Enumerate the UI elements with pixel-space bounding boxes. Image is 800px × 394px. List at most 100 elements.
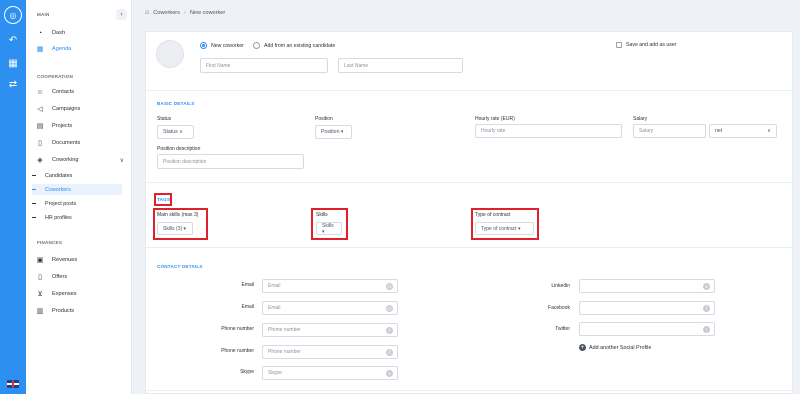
at-icon: @: [386, 283, 393, 290]
contacts-icon: ☺: [36, 88, 44, 96]
status-label: Status: [157, 116, 172, 122]
add-social-profile-button[interactable]: + Add another Social Profile: [579, 344, 651, 351]
sidebar-item-label: Offers: [52, 274, 68, 280]
sidebar-item-label: Contacts: [52, 89, 75, 95]
add-social-label: Add another Social Profile: [589, 344, 652, 351]
contact-label-phone-1: Phone number: [221, 326, 254, 332]
position-description-input[interactable]: Position description: [157, 154, 304, 169]
radio-existing-candidate[interactable]: Add from an existing candidate: [253, 42, 335, 49]
phone-input-1[interactable]: Phone number ✆: [262, 323, 398, 337]
at-icon: @: [386, 305, 393, 312]
sidebar-item-label: Projects: [52, 123, 73, 129]
status-dropdown[interactable]: Status ∨: [157, 125, 194, 139]
contact-label-phone-2: Phone number: [221, 348, 254, 354]
avatar-upload[interactable]: [156, 40, 184, 68]
facebook-input[interactable]: f: [579, 301, 715, 315]
back-icon[interactable]: ↶: [6, 33, 20, 47]
sidebar-item-documents[interactable]: ▯ Documents: [36, 137, 128, 149]
subitem-coworkers[interactable]: Coworkers: [32, 184, 122, 195]
sidebar-item-label: Dash: [52, 30, 66, 36]
radio-label: Add from an existing candidate: [264, 42, 336, 49]
divider: [146, 247, 794, 248]
sidebar-item-dash[interactable]: ◔ Dash: [36, 27, 128, 39]
section-cooperation: COOPERATION: [37, 74, 74, 79]
salary-type-select[interactable]: net ∨: [709, 124, 777, 138]
offers-icon: ▯: [38, 274, 42, 281]
linkedin-icon: in: [703, 283, 710, 290]
input-placeholder: Skype: [268, 370, 282, 376]
hourly-rate-label: Hourly rate (EUR): [475, 116, 515, 122]
subitem-project-posts[interactable]: Project posts: [32, 198, 122, 209]
sidebar-item-label: Agenda: [52, 46, 72, 52]
email-input-1[interactable]: Email @: [262, 279, 398, 293]
highlight-box: [154, 193, 172, 206]
grid-icon[interactable]: ▦: [6, 56, 20, 70]
logo-icon[interactable]: ◎: [4, 6, 22, 24]
breadcrumb: ⌂ Coworkers › New coworker: [145, 9, 225, 16]
sidebar-item-revenues[interactable]: ▣ Revenues: [36, 254, 128, 266]
dashboard-icon: ◔: [37, 29, 43, 37]
sidebar-item-label: Products: [52, 308, 75, 314]
sidebar-item-contacts[interactable]: ☺ Contacts: [36, 86, 128, 98]
breadcrumb-parent[interactable]: Coworkers: [153, 10, 180, 16]
email-input-2[interactable]: Email @: [262, 301, 398, 315]
home-icon[interactable]: ⌂: [145, 9, 149, 16]
contact-label-email-1: Email: [241, 282, 254, 288]
cart-icon: ⊻: [37, 291, 43, 298]
salary-input[interactable]: Salary: [633, 124, 706, 138]
megaphone-icon: ◁: [37, 106, 43, 113]
language-flag-icon[interactable]: [7, 380, 19, 388]
twitter-input[interactable]: t: [579, 322, 715, 336]
basic-details-heading: BASIC DETAILS: [157, 101, 195, 106]
radio-selected-icon: [200, 42, 207, 49]
sidebar-item-label: Coworking: [52, 157, 79, 163]
contact-label-email-2: Email: [241, 304, 254, 310]
phone-icon: ✆: [386, 327, 393, 334]
subitem-candidates[interactable]: Candidates: [32, 170, 122, 181]
first-name-input[interactable]: First Name: [200, 58, 328, 73]
sidebar-item-label: Expenses: [52, 291, 77, 297]
twitter-icon: t: [703, 326, 710, 333]
position-description-label: Position description: [157, 146, 201, 152]
plus-circle-icon: +: [579, 344, 586, 351]
sidebar-item-campaigns[interactable]: ◁ Campaigns: [36, 103, 128, 115]
breadcrumb-current: New coworker: [189, 9, 226, 16]
handshake-icon[interactable]: ⇄: [6, 77, 20, 91]
collapse-sidebar-button[interactable]: ‹: [116, 9, 127, 20]
subitem-label: Candidates: [45, 172, 73, 179]
calendar-icon: ▦: [36, 46, 44, 53]
subitem-label: Coworkers: [45, 186, 71, 193]
subitem-hr-profiles[interactable]: HR profiles: [32, 212, 122, 223]
phone-input-2[interactable]: Phone number ✆: [262, 345, 398, 359]
subitem-label: HR profiles: [45, 214, 72, 221]
sidebar-item-offers[interactable]: ▯ Offers: [36, 271, 128, 283]
chevron-down-icon: ∨: [767, 128, 771, 134]
checkbox-label: Save and add as user: [626, 42, 677, 48]
sidebar-item-coworking[interactable]: ◈ Coworking ∨: [36, 154, 128, 166]
last-name-input[interactable]: Last Name: [338, 58, 463, 73]
coworker-form: New coworker Add from an existing candid…: [145, 31, 794, 394]
layers-icon: ◈: [37, 157, 43, 164]
save-as-user-checkbox[interactable]: Save and add as user: [616, 42, 676, 48]
sidebar-item-products[interactable]: ▥ Products: [36, 305, 128, 317]
hourly-rate-input[interactable]: Hourly rate: [475, 124, 622, 138]
sidebar-item-projects[interactable]: ▤ Projects: [36, 120, 128, 132]
divider: [146, 390, 794, 391]
position-dropdown[interactable]: Position ▾: [315, 125, 352, 139]
bullet-dash: [32, 203, 36, 204]
box-icon: ▥: [36, 308, 44, 315]
sidebar-item-agenda[interactable]: ▦ Agenda: [36, 43, 128, 55]
linkedin-input[interactable]: in: [579, 279, 715, 293]
sidebar-item-expenses[interactable]: ⊻ Expenses: [36, 288, 128, 300]
document-icon: ▯: [38, 140, 42, 147]
divider: [146, 90, 794, 91]
radio-unselected-icon: [253, 42, 260, 49]
phone-icon: ✆: [386, 349, 393, 356]
radio-new-coworker[interactable]: New coworker: [200, 42, 244, 49]
chevron-down-icon: ∨: [119, 157, 124, 164]
highlight-box: [311, 208, 348, 240]
section-main: MAIN: [37, 12, 50, 17]
skype-icon: S: [386, 370, 393, 377]
skype-input[interactable]: Skype S: [262, 366, 398, 380]
sidebar-item-label: Documents: [52, 140, 81, 146]
